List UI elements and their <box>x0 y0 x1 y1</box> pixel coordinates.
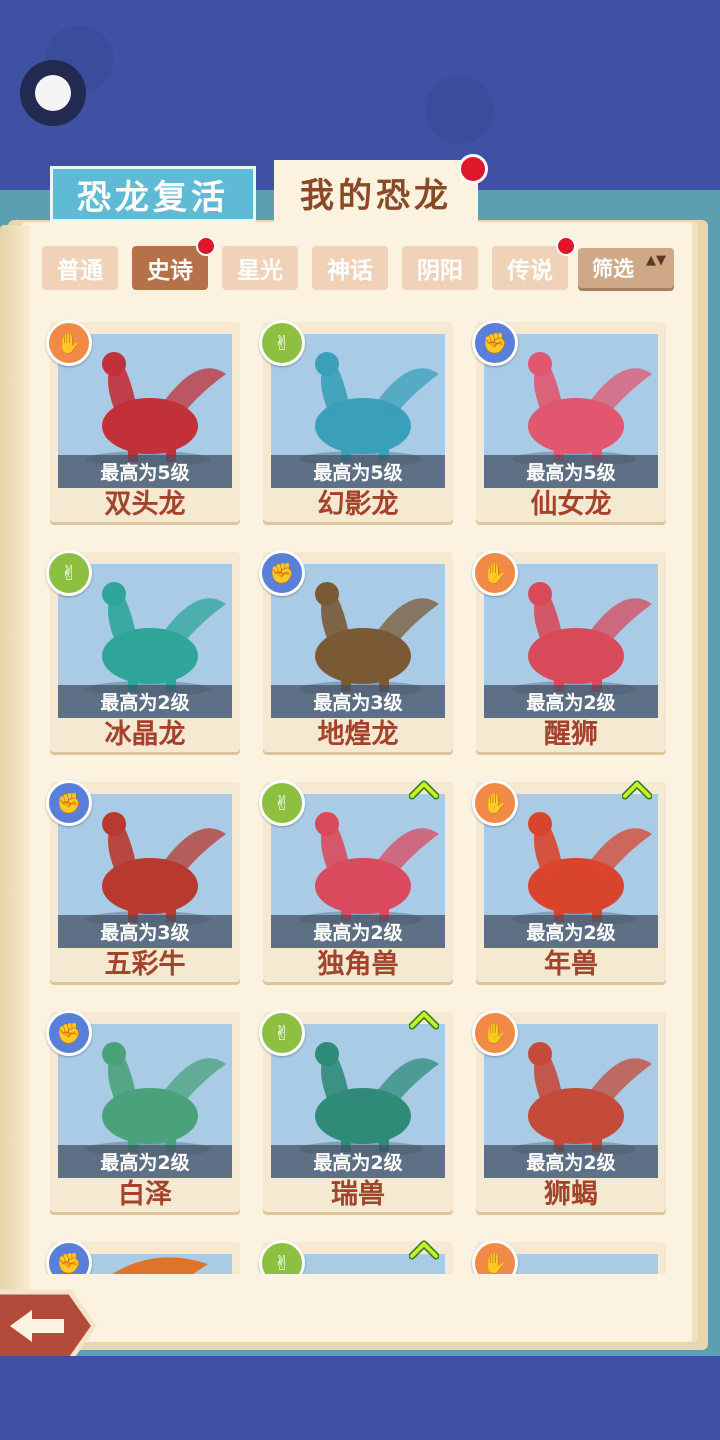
scissors-hand-icon: ✌ <box>259 780 305 826</box>
notification-dot <box>458 154 488 184</box>
dinosaur-card[interactable]: 最高为2级 独角兽 ✌ <box>259 780 453 982</box>
tab-my-dinosaurs[interactable]: 我的恐龙 <box>274 160 478 224</box>
dinosaur-card[interactable]: 最高为3级 五彩牛 ✊ <box>46 780 240 982</box>
tab-common[interactable]: 普通 <box>42 246 118 290</box>
max-level-label: 最高为5级 <box>58 455 232 488</box>
dinosaur-card[interactable]: 最高为2级 瑞兽 ✌ <box>259 1010 453 1212</box>
tab-dinosaur-revive[interactable]: 恐龙复活 <box>50 166 256 222</box>
dinosaur-name: 年兽 <box>544 949 598 980</box>
max-level-label: 最高为2级 <box>58 685 232 718</box>
max-level-label: 最高为5级 <box>271 455 445 488</box>
sort-arrows-icon: ▲▼ <box>646 253 666 268</box>
dinosaur-card[interactable]: 最高为3级 地煌龙 ✊ <box>259 550 453 752</box>
upgrade-arrow-icon <box>408 780 440 800</box>
filter-dropdown[interactable]: 筛选 ▲▼ <box>578 248 674 288</box>
dinosaur-name: 独角兽 <box>317 949 399 980</box>
dinosaur-card[interactable]: 最高为2级 年兽 ✋ <box>472 780 666 982</box>
tab-legend[interactable]: 传说 <box>492 246 568 290</box>
upgrade-arrow-icon <box>408 1010 440 1030</box>
dinosaur-name: 幻影龙 <box>317 489 399 520</box>
dinosaur-name: 冰晶龙 <box>104 719 186 750</box>
scissors-hand-icon: ✌ <box>46 550 92 596</box>
dinosaur-name: 醒狮 <box>544 719 598 750</box>
max-level-label: 最高为3级 <box>271 685 445 718</box>
scissors-hand-icon: ✌ <box>259 1240 305 1274</box>
rock-hand-icon: ✊ <box>46 1240 92 1274</box>
rock-hand-icon: ✊ <box>46 780 92 826</box>
upgrade-arrow-icon <box>408 1240 440 1260</box>
dinosaur-card[interactable]: 最高为5级 仙女龙 ✊ <box>472 320 666 522</box>
back-button[interactable] <box>0 1286 98 1366</box>
dinosaur-name: 地煌龙 <box>317 719 399 750</box>
tab-epic[interactable]: 史诗 <box>132 246 208 290</box>
max-level-label: 最高为2级 <box>271 1145 445 1178</box>
book-spine <box>0 225 30 1340</box>
max-level-label: 最高为2级 <box>58 1145 232 1178</box>
dinosaur-name: 五彩牛 <box>104 949 186 980</box>
toggle-knob-icon <box>35 75 71 111</box>
notification-dot <box>556 236 576 256</box>
rock-hand-icon: ✊ <box>472 320 518 366</box>
paper-hand-icon: ✋ <box>472 550 518 596</box>
dinosaur-name: 仙女龙 <box>530 489 612 520</box>
dinosaur-card[interactable]: ✌ <box>259 1240 453 1274</box>
dinosaur-card[interactable]: 最高为2级 冰晶龙 ✌ <box>46 550 240 752</box>
max-level-label: 最高为2级 <box>484 685 658 718</box>
paper-hand-icon: ✋ <box>472 1010 518 1056</box>
dinosaur-card[interactable]: 最高为2级 醒狮 ✋ <box>472 550 666 752</box>
dinosaur-card[interactable]: ✊ <box>46 1240 240 1274</box>
rock-hand-icon: ✊ <box>259 550 305 596</box>
dinosaur-card[interactable]: ✋ <box>472 1240 666 1274</box>
notification-dot <box>196 236 216 256</box>
menu-toggle-button[interactable] <box>20 60 86 126</box>
paper-hand-icon: ✋ <box>46 320 92 366</box>
dinosaur-name: 瑞兽 <box>331 1179 385 1210</box>
max-level-label: 最高为2级 <box>271 915 445 948</box>
scissors-hand-icon: ✌ <box>259 320 305 366</box>
dinosaur-card[interactable]: 最高为2级 狮蝎 ✋ <box>472 1010 666 1212</box>
max-level-label: 最高为5级 <box>484 455 658 488</box>
max-level-label: 最高为2级 <box>484 915 658 948</box>
dinosaur-name: 白泽 <box>118 1179 172 1210</box>
tab-starlight[interactable]: 星光 <box>222 246 298 290</box>
dinosaur-name: 狮蝎 <box>544 1179 598 1210</box>
max-level-label: 最高为2级 <box>484 1145 658 1178</box>
tab-yinyang[interactable]: 阴阳 <box>402 246 478 290</box>
max-level-label: 最高为3级 <box>58 915 232 948</box>
bottom-background <box>0 1356 720 1440</box>
paper-hand-icon: ✋ <box>472 1240 518 1274</box>
paw-print-decoration: ● <box>420 50 499 155</box>
rock-hand-icon: ✊ <box>46 1010 92 1056</box>
paper-hand-icon: ✋ <box>472 780 518 826</box>
dinosaur-name: 双头龙 <box>104 489 186 520</box>
upgrade-arrow-icon <box>621 780 653 800</box>
dinosaur-card[interactable]: 最高为5级 幻影龙 ✌ <box>259 320 453 522</box>
dinosaur-card[interactable]: 最高为5级 双头龙 ✋ <box>46 320 240 522</box>
filter-label: 筛选 <box>592 257 634 281</box>
dinosaur-grid: 最高为5级 双头龙 ✋ 最高为5级 幻影龙 ✌ 最高为5级 仙女龙 ✊ 最高为2级 冰晶龙 ✌ 最高为3… <box>40 312 680 1274</box>
tab-myth[interactable]: 神话 <box>312 246 388 290</box>
dinosaur-card[interactable]: 最高为2级 白泽 ✊ <box>46 1010 240 1212</box>
scissors-hand-icon: ✌ <box>259 1010 305 1056</box>
